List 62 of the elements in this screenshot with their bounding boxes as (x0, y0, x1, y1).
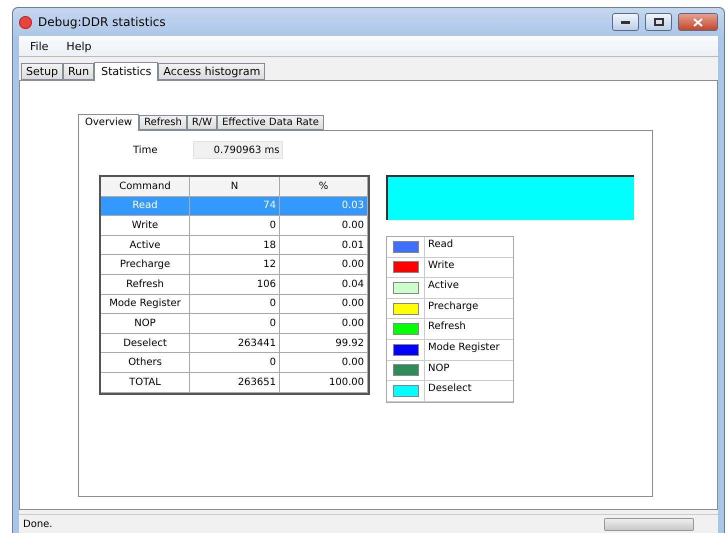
table-cell: 0.00 (280, 353, 368, 373)
table-cell: 0 (190, 294, 280, 314)
table-cell: 99.92 (280, 334, 368, 354)
table-cell: Precharge (101, 255, 190, 275)
tab[interactable]: R/W (186, 115, 218, 130)
table-cell: 74 (190, 196, 280, 216)
tab[interactable]: Run (63, 63, 94, 80)
legend-label: Deselect (427, 382, 473, 396)
minimize-icon (621, 20, 630, 24)
table-cell: TOTAL (101, 372, 190, 393)
legend-label: Mode Register (427, 340, 501, 355)
table-cell: 0 (190, 353, 280, 373)
table-cell: 12 (190, 255, 280, 275)
time-label: Time (133, 144, 158, 156)
table-cell: Write (101, 216, 190, 236)
legend-label: Write (427, 258, 456, 273)
menu-item[interactable]: File (23, 40, 56, 52)
maximize-icon (654, 18, 664, 26)
app-icon (19, 16, 32, 28)
maximize-button[interactable] (645, 13, 672, 31)
table-cell: 0.03 (280, 196, 368, 216)
legend-label: Precharge (427, 300, 480, 314)
menu-item[interactable]: Help (59, 40, 98, 52)
legend-label: Refresh (427, 320, 467, 334)
tab[interactable]: Overview (78, 114, 140, 131)
tab[interactable]: Setup (21, 63, 64, 80)
table-cell: 0.00 (280, 216, 368, 236)
table-cell: 0.00 (280, 314, 368, 334)
table-cell: 0.01 (280, 236, 368, 256)
table-cell: 0.04 (280, 274, 368, 295)
column-header: Command (101, 177, 190, 197)
tab[interactable]: Effective Data Rate (217, 115, 324, 130)
column-header: N (190, 177, 280, 197)
table-cell: 0.00 (280, 294, 368, 314)
legend-label: NOP (427, 362, 450, 376)
column-header: % (280, 177, 368, 197)
table-cell: 263651 (190, 372, 280, 393)
status-text: Done. (23, 518, 52, 530)
table-cell: 100.00 (280, 372, 368, 393)
time-field: 0.790963 ms (193, 141, 284, 159)
table-cell: NOP (101, 314, 190, 334)
window-title: Debug:DDR statistics (38, 15, 167, 29)
table-cell: Others (101, 353, 190, 373)
tab[interactable]: Refresh (139, 115, 187, 130)
close-icon (693, 18, 703, 26)
table-cell: 106 (190, 274, 280, 295)
minimize-button[interactable] (612, 13, 639, 31)
legend-label: Active (427, 279, 460, 294)
table-cell: Read (101, 196, 190, 216)
table-cell: 0 (190, 216, 280, 236)
table-cell: 0 (190, 314, 280, 334)
table-cell: Active (101, 236, 190, 256)
table-cell: 263441 (190, 334, 280, 354)
table-cell: 0.00 (280, 255, 368, 275)
table-cell: 18 (190, 236, 280, 256)
table-cell: Refresh (101, 274, 190, 295)
close-button[interactable] (678, 13, 718, 31)
table-cell: Deselect (101, 334, 190, 354)
table-cell: Mode Register (101, 294, 190, 314)
legend-label: Read (427, 238, 454, 252)
tab[interactable]: Access histogram (158, 63, 266, 80)
tab[interactable]: Statistics (94, 62, 158, 81)
